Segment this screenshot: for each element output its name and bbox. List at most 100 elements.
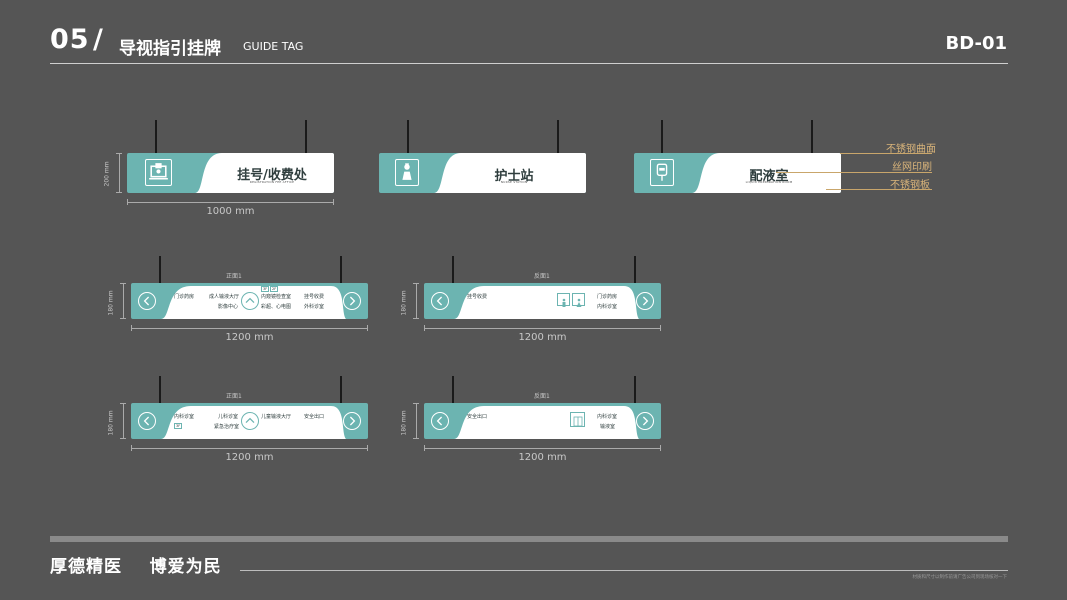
direction-item: 紧急治疗室	[214, 424, 240, 430]
sign-subtitle-en: LIQUID PREPARATION ROOM	[745, 180, 793, 184]
direction-item: 内科诊室	[174, 414, 195, 420]
arrow-left-icon	[431, 412, 449, 430]
floor-tag: 3F	[174, 423, 183, 429]
footer-divider	[240, 570, 1008, 571]
direction-item: 门诊药房	[174, 294, 195, 300]
hanging-rod	[452, 376, 454, 403]
dimension-width	[131, 325, 368, 331]
footnote: 材质和尺寸以制作前请广告公司到现场核对一下	[912, 575, 1008, 580]
direction-item: 影像中心	[218, 304, 239, 310]
dimension-height	[120, 403, 126, 439]
material-label: 不锈钢曲面	[886, 144, 936, 155]
page-code: BD-01	[945, 33, 1007, 54]
sign-directional-front: 门诊药房 成人输液大厅 影像中心 3F 2F 内窥镜检查室 彩超、心电图 挂号收…	[131, 283, 368, 319]
hanging-rod	[340, 256, 342, 283]
dimension-height	[413, 403, 419, 439]
sign-directional-back: 安全出口 内科诊室 输液室	[424, 403, 661, 439]
direction-item: 挂号收费	[467, 294, 488, 300]
nurse-icon	[395, 159, 419, 186]
face-label: 正面1	[226, 273, 242, 280]
direction-item: 外科诊室	[304, 304, 325, 310]
arrow-left-icon	[138, 412, 156, 430]
hanging-rod	[305, 120, 307, 153]
direction-item: 输液室	[600, 424, 616, 430]
dimension-width-label: 1200 mm	[518, 452, 567, 463]
sign-wave-shape	[454, 286, 639, 319]
section-number: 05	[50, 24, 90, 55]
page-title: 导视指引挂牌	[119, 39, 221, 59]
dimension-height-label: 180 mm	[400, 410, 408, 436]
hanging-rod	[340, 376, 342, 403]
dimension-width	[131, 445, 368, 451]
direction-item: 内科诊室	[597, 414, 618, 420]
hanging-rod	[407, 120, 409, 153]
arrow-right-icon	[636, 292, 654, 310]
arrow-right-icon	[343, 292, 361, 310]
material-label: 不锈钢板	[890, 180, 930, 191]
face-label: 正面1	[226, 393, 242, 400]
sign-directional-back: 挂号收费 门诊药房 内科诊室	[424, 283, 661, 319]
hanging-rod	[155, 120, 157, 153]
arrow-up-icon	[241, 412, 259, 430]
hanging-rod	[661, 120, 663, 153]
dimension-height	[413, 283, 419, 319]
iv-bag-icon	[650, 159, 674, 186]
direction-item: 安全出口	[467, 414, 488, 420]
sign-subtitle-en: REGISTRATION FEE AFFICE	[249, 180, 295, 184]
arrow-right-icon	[343, 412, 361, 430]
direction-item: 儿童输液大厅	[261, 414, 292, 420]
arrow-left-icon	[431, 292, 449, 310]
direction-item: 成人输液大厅	[209, 294, 240, 300]
dimension-width-label: 1200 mm	[225, 452, 274, 463]
direction-item: 门诊药房	[597, 294, 618, 300]
dimension-width	[424, 445, 661, 451]
page-subtitle: GUIDE TAG	[243, 40, 304, 53]
footer-bar	[50, 536, 1008, 542]
hanging-rod	[811, 120, 813, 153]
dimension-width-label: 1200 mm	[518, 332, 567, 343]
direction-item: 内窥镜检查室	[261, 294, 292, 300]
hanging-rod	[634, 376, 636, 403]
sign-directional-front: 内科诊室 3F 儿科诊室 紧急治疗室 儿童输液大厅 安全出口	[131, 403, 368, 439]
dimension-height	[120, 283, 126, 319]
dimension-height	[116, 153, 122, 193]
direction-item: 儿科诊室	[218, 414, 239, 420]
hanging-rod	[452, 256, 454, 283]
arrow-left-icon	[138, 292, 156, 310]
section-slash: /	[93, 24, 103, 55]
dimension-height-label: 180 mm	[400, 290, 408, 316]
direction-item: 内科诊室	[597, 304, 618, 310]
dimension-height-label: 180 mm	[107, 290, 115, 316]
dimension-height-label: 200 mm	[103, 161, 111, 187]
dimension-width-label: 1000 mm	[206, 206, 255, 217]
arrow-right-icon	[636, 412, 654, 430]
header-divider	[50, 63, 1008, 64]
dimension-width-label: 1200 mm	[225, 332, 274, 343]
material-label: 丝网印刷	[892, 162, 932, 173]
dimension-height-label: 180 mm	[107, 410, 115, 436]
floor-tag: 3F	[261, 286, 270, 292]
sign-subtitle-en: NURSE STATION	[500, 180, 528, 184]
sign-liquid-prep: 配液室 LIQUID PREPARATION ROOM	[634, 153, 841, 193]
direction-item: 挂号收费	[304, 294, 325, 300]
face-label: 反面1	[534, 273, 550, 280]
hanging-rod	[634, 256, 636, 283]
elevator-icon	[570, 412, 585, 427]
direction-item: 安全出口	[304, 414, 325, 420]
direction-item: 彩超、心电图	[261, 304, 292, 310]
sign-registration: 挂号/收费处 REGISTRATION FEE AFFICE	[127, 153, 334, 193]
floor-tag: 2F	[270, 286, 279, 292]
hanging-rod	[159, 376, 161, 403]
face-label: 反面1	[534, 393, 550, 400]
restroom-male-icon	[557, 293, 570, 307]
sign-nurse-station: 护士站 NURSE STATION	[379, 153, 586, 193]
sign-wave-shape	[454, 406, 639, 439]
hanging-rod	[557, 120, 559, 153]
hanging-rod	[159, 256, 161, 283]
registration-payment-icon	[145, 159, 172, 186]
dimension-width	[127, 199, 334, 205]
arrow-up-icon	[241, 292, 259, 310]
slogan: 厚德精医 博爱为民	[50, 557, 222, 577]
restroom-female-icon	[572, 293, 585, 307]
dimension-width	[424, 325, 661, 331]
